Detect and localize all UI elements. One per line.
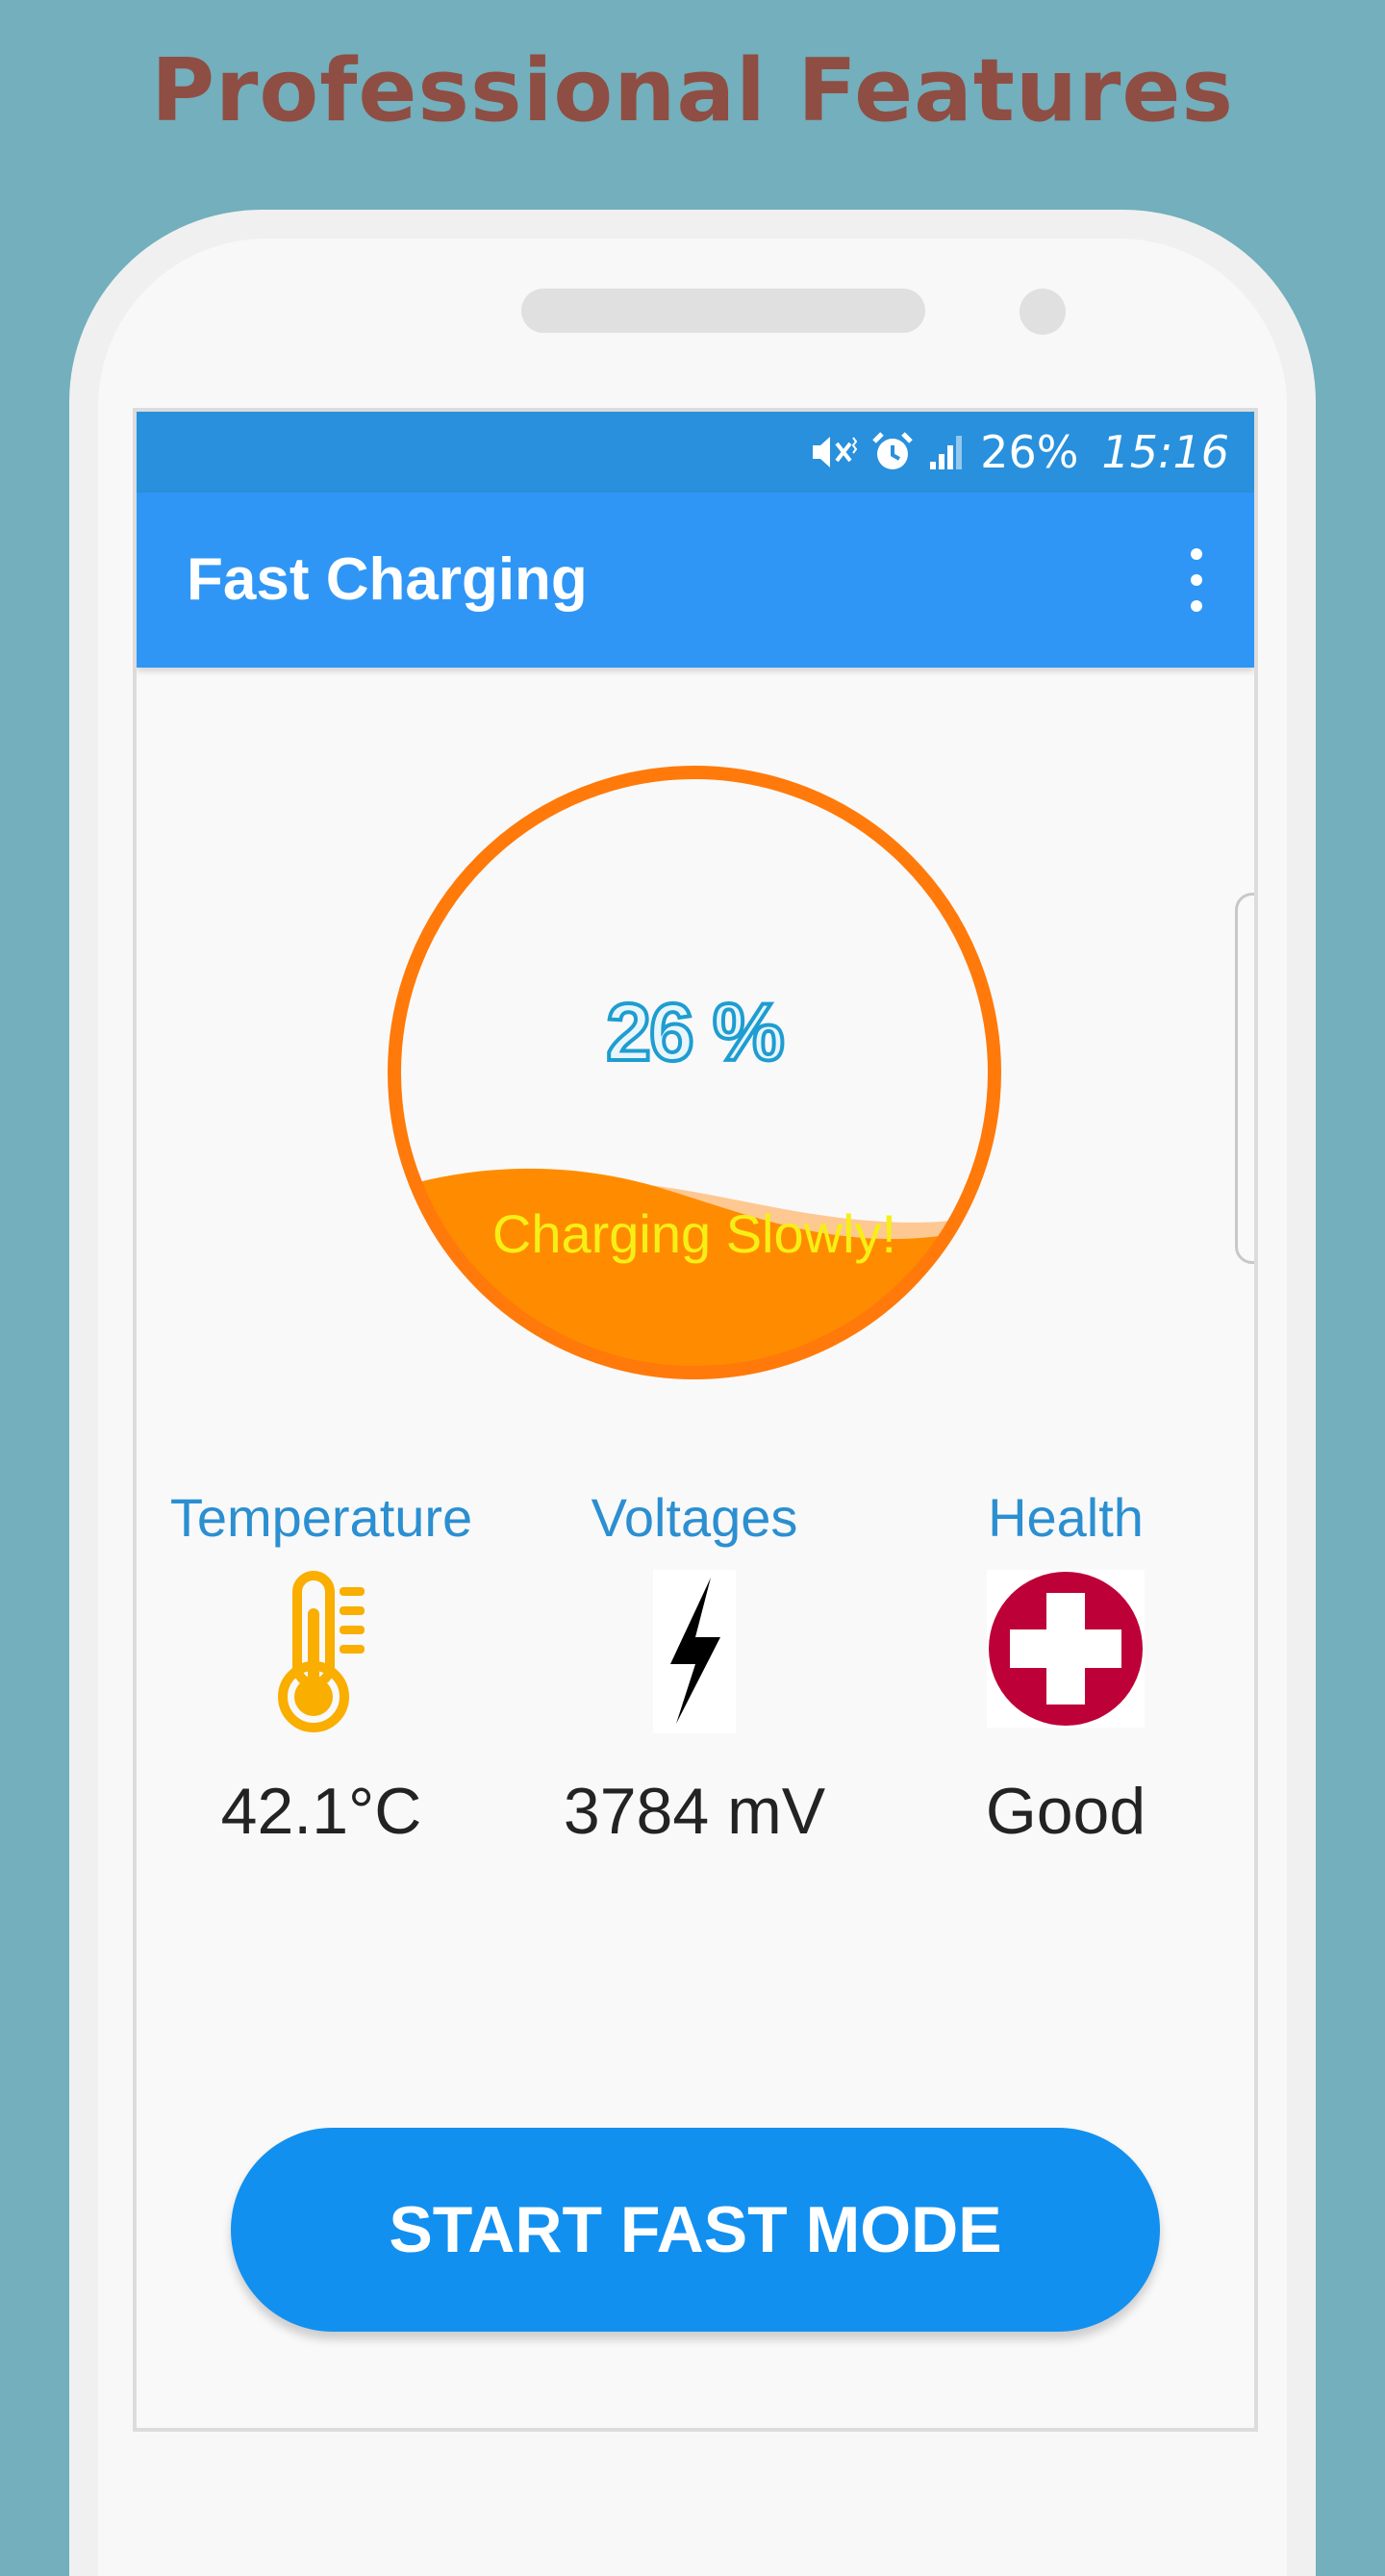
signal-icon: [928, 433, 967, 471]
stat-voltage: Voltages 3784 mV: [521, 1479, 868, 1849]
stat-label-voltages: Voltages: [591, 1487, 798, 1548]
mute-vibrate-icon: [809, 432, 858, 472]
stat-label-temperature: Temperature: [169, 1487, 473, 1548]
status-icons: 26% 15:16: [809, 412, 1229, 492]
start-fast-mode-button[interactable]: START FAST MODE: [231, 2128, 1160, 2332]
phone-camera: [1020, 289, 1066, 335]
battery-percent: 26%: [980, 426, 1079, 478]
phone-speaker: [521, 289, 925, 333]
health-value: Good: [985, 1775, 1146, 1848]
voltage-value: 3784 mV: [563, 1775, 826, 1848]
status-bar: 26% 15:16: [137, 412, 1254, 492]
status-time: 15:16: [1101, 426, 1229, 478]
battery-percent-display: 26 %: [604, 985, 786, 1079]
more-vert-icon[interactable]: [1177, 548, 1216, 612]
stat-health: Health Good: [893, 1479, 1239, 1849]
side-drawer-handle[interactable]: [1235, 893, 1254, 1264]
charging-status: Charging Slowly!: [491, 1203, 897, 1264]
thermometer-icon: [278, 1571, 365, 1732]
app-bar: Fast Charging: [137, 492, 1254, 668]
stat-temperature: Temperature 42.1°C: [148, 1479, 494, 1849]
battery-gauge: 26 % Charging Slowly!: [382, 760, 1007, 1385]
alarm-icon: [870, 430, 915, 474]
lightning-bolt-icon: [653, 1570, 736, 1733]
temperature-value: 42.1°C: [220, 1775, 422, 1848]
app-title: Fast Charging: [187, 546, 588, 613]
promo-headline: Professional Features: [151, 40, 1234, 141]
phone-screen: 26% 15:16 Fast Charging 26 % Charging Sl…: [133, 408, 1258, 2432]
red-cross-icon: [987, 1570, 1145, 1728]
stat-label-health: Health: [988, 1487, 1144, 1548]
